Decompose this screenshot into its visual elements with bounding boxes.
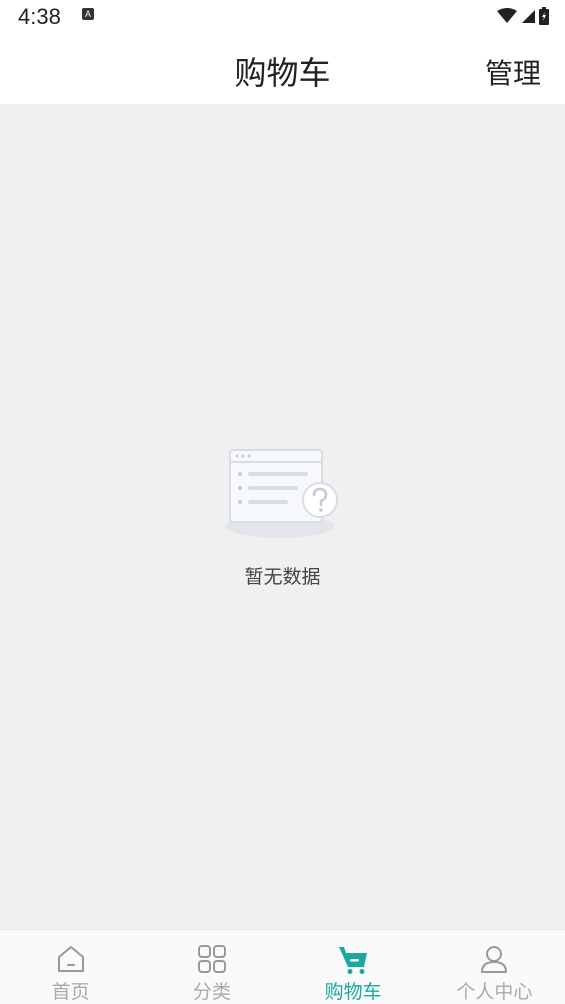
cart-icon [339,947,368,974]
user-icon [481,946,508,973]
home-icon [57,946,84,972]
bottom-tab-bar: 首页 分类 购物车 个人中心 [0,929,565,1004]
notification-badge-icon: A [82,8,94,20]
status-icons [497,6,549,26]
manage-button[interactable]: 管理 [485,52,541,92]
empty-state-text: 暂无数据 [244,566,321,588]
tab-label: 个人中心 [456,981,533,1003]
page-title: 购物车 [234,54,331,92]
tab-label: 首页 [51,981,90,1003]
nav-bar: 购物车 管理 [0,34,565,104]
status-bar: 4:38 A [0,0,565,34]
tab-home[interactable]: 首页 [0,930,141,1004]
signal-icon [522,10,535,23]
cart-content: 暂无数据 [0,104,565,929]
tab-category[interactable]: 分类 [141,930,282,1004]
tab-cart[interactable]: 购物车 [283,930,424,1004]
grid-icon [197,945,226,973]
status-time: 4:38 [18,4,61,29]
tab-label: 分类 [192,981,231,1003]
tab-profile[interactable]: 个人中心 [424,930,565,1004]
wifi-icon [497,8,517,23]
empty-data-icon [226,449,338,538]
tab-label: 购物车 [324,981,382,1003]
battery-icon [539,7,549,25]
